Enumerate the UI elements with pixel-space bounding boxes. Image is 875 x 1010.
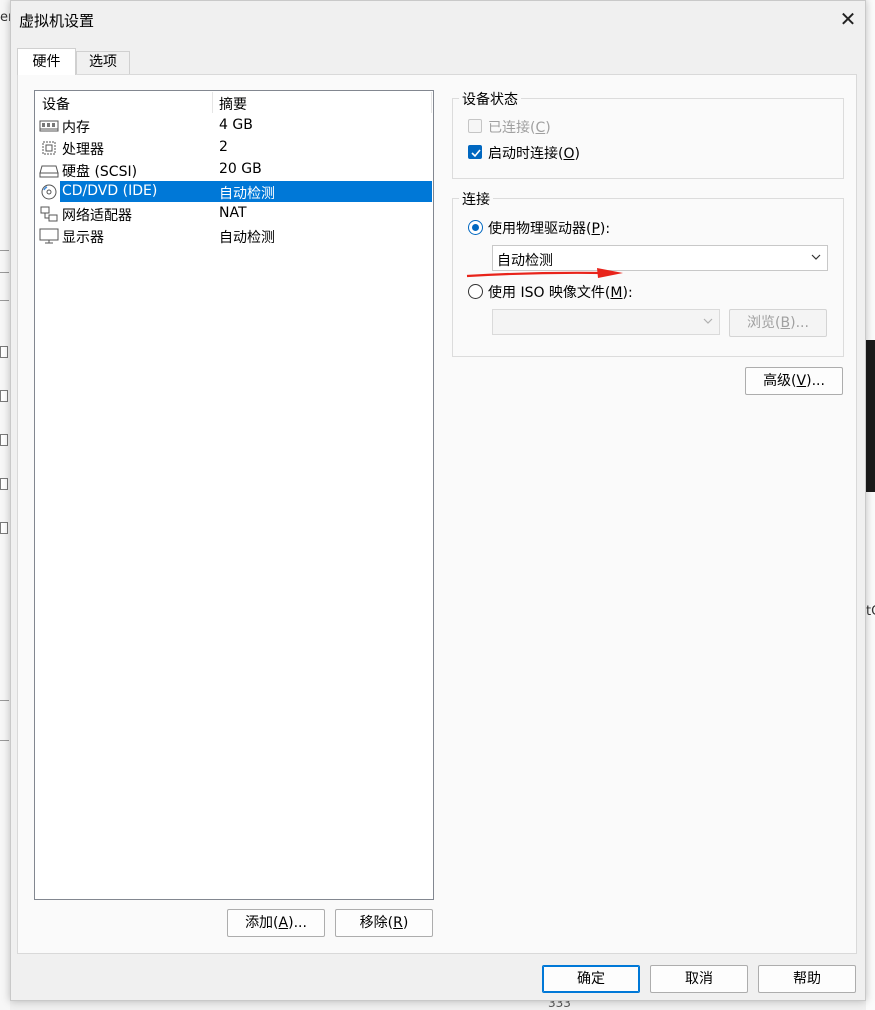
button-label-suffix: ) bbox=[402, 915, 409, 931]
device-summary: 2 bbox=[219, 139, 228, 155]
button-accelerator-key: R bbox=[393, 915, 403, 931]
device-name: CD/DVD (IDE) bbox=[62, 183, 158, 199]
dialog-title: 虚拟机设置 bbox=[19, 12, 95, 30]
chevron-down-icon bbox=[703, 318, 713, 324]
device-list-header: 设备 摘要 bbox=[35, 91, 433, 113]
use-iso-image-radio[interactable] bbox=[468, 284, 483, 299]
chevron-down-icon bbox=[811, 254, 821, 260]
connected-checkbox[interactable] bbox=[468, 119, 482, 133]
connected-label: 已连接(C) bbox=[488, 120, 551, 136]
background-peek-text-mid: tC bbox=[866, 604, 875, 619]
background-dark-panel bbox=[866, 340, 875, 492]
background-divider bbox=[0, 250, 9, 251]
annotation-arrow-icon bbox=[466, 268, 623, 278]
background-divider bbox=[0, 300, 9, 301]
tab-options[interactable]: 选项 bbox=[76, 51, 130, 74]
background-tree-node bbox=[0, 434, 8, 446]
close-icon[interactable]: ✕ bbox=[837, 9, 859, 31]
network-adapter-icon bbox=[39, 206, 59, 222]
use-physical-drive-radio[interactable] bbox=[468, 220, 483, 235]
checkmark-icon bbox=[471, 149, 481, 158]
device-row-display[interactable]: 显示器 自动检测 bbox=[35, 225, 433, 247]
tab-hardware[interactable]: 硬件 bbox=[17, 48, 76, 75]
device-summary: NAT bbox=[219, 205, 247, 221]
device-list[interactable]: 设备 摘要 内存 4 GB 处理器 2 硬盘 (SCSI) 20 GB CD/D… bbox=[34, 90, 434, 900]
use-physical-drive-label: 使用物理驱动器(P): bbox=[488, 221, 611, 237]
display-icon bbox=[39, 228, 59, 244]
device-summary: 4 GB bbox=[219, 117, 253, 133]
device-name: 网络适配器 bbox=[62, 208, 132, 224]
cancel-button[interactable]: 取消 bbox=[650, 965, 748, 993]
device-name: 硬盘 (SCSI) bbox=[62, 164, 138, 180]
button-label: 移除( bbox=[359, 915, 394, 931]
browse-button[interactable]: 浏览(B)... bbox=[729, 309, 827, 337]
processor-icon bbox=[39, 140, 59, 156]
background-tree-node bbox=[0, 390, 8, 402]
device-row-network-adapter[interactable]: 网络适配器 NAT bbox=[35, 203, 433, 225]
device-name: 内存 bbox=[62, 120, 90, 136]
virtual-machine-settings-dialog: 虚拟机设置 ✕ 硬件 选项 设备 摘要 内存 4 GB 处理器 2 硬盘 (SC… bbox=[10, 0, 866, 1001]
background-divider bbox=[0, 740, 9, 741]
hard-disk-icon bbox=[39, 162, 59, 178]
background-tree-node bbox=[0, 522, 8, 534]
hardware-tab-panel: 设备 摘要 内存 4 GB 处理器 2 硬盘 (SCSI) 20 GB CD/D… bbox=[17, 74, 857, 954]
device-summary: 自动检测 bbox=[219, 186, 275, 202]
device-status-group-title: 设备状态 bbox=[459, 89, 521, 109]
connection-group: 连接 使用物理驱动器(P): 自动检测 使用 ISO 映像文件(M): 浏览(B… bbox=[452, 189, 844, 357]
advanced-button[interactable]: 高级(V)... bbox=[745, 367, 843, 395]
device-row-memory[interactable]: 内存 4 GB bbox=[35, 115, 433, 137]
background-tree-node bbox=[0, 478, 8, 490]
device-summary: 20 GB bbox=[219, 161, 262, 177]
device-row-hard-disk[interactable]: 硬盘 (SCSI) 20 GB bbox=[35, 159, 433, 181]
device-summary: 自动检测 bbox=[219, 230, 275, 246]
help-button[interactable]: 帮助 bbox=[758, 965, 856, 993]
background-app-right-edge bbox=[866, 0, 875, 1010]
button-accelerator-key: A bbox=[278, 915, 289, 931]
column-separator[interactable] bbox=[212, 92, 213, 113]
background-divider bbox=[0, 272, 9, 273]
device-name: 处理器 bbox=[62, 142, 104, 158]
iso-image-path-combobox[interactable] bbox=[492, 309, 720, 335]
connection-group-title: 连接 bbox=[459, 189, 493, 209]
device-name: 显示器 bbox=[62, 230, 104, 246]
add-device-button[interactable]: 添加(A)... bbox=[227, 909, 325, 937]
button-label-suffix: )... bbox=[288, 915, 307, 931]
cd-dvd-icon bbox=[39, 184, 59, 200]
connect-at-power-on-checkbox[interactable] bbox=[468, 145, 482, 159]
connect-at-power-on-label: 启动时连接(O) bbox=[488, 146, 580, 162]
ok-button[interactable]: 确定 bbox=[542, 965, 640, 993]
remove-device-button[interactable]: 移除(R) bbox=[335, 909, 433, 937]
device-status-group: 设备状态 已连接(C) 启动时连接(O) bbox=[452, 89, 844, 179]
background-tree-node bbox=[0, 346, 8, 358]
button-label: 添加( bbox=[245, 915, 279, 931]
memory-icon bbox=[39, 118, 59, 134]
device-row-processor[interactable]: 处理器 2 bbox=[35, 137, 433, 159]
background-app-left-edge bbox=[0, 0, 10, 1010]
device-row-cd-dvd[interactable]: CD/DVD (IDE) 自动检测 bbox=[35, 181, 433, 203]
column-header-summary[interactable]: 摘要 bbox=[219, 94, 247, 114]
background-divider bbox=[0, 700, 9, 701]
use-iso-image-label: 使用 ISO 映像文件(M): bbox=[488, 285, 633, 301]
column-header-device[interactable]: 设备 bbox=[42, 94, 70, 114]
column-separator bbox=[431, 92, 432, 113]
